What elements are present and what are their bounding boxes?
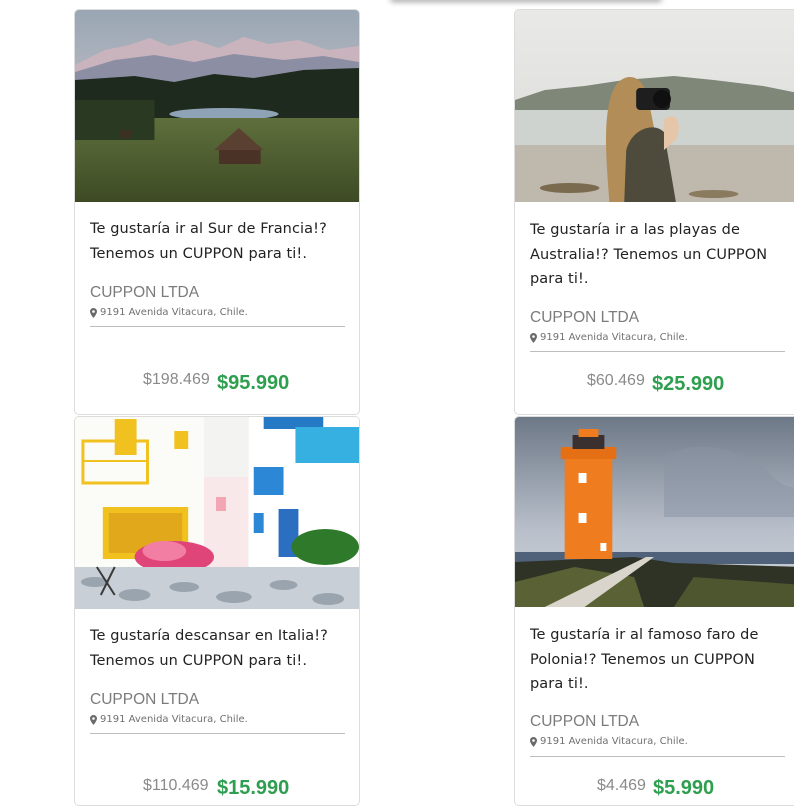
divider <box>530 756 785 757</box>
company-name: CUPPON LTDA <box>530 309 640 326</box>
address-line: 9191 Avenida Vitacura, Chile. <box>530 736 688 747</box>
company-name: CUPPON LTDA <box>90 691 200 708</box>
divider <box>90 326 345 327</box>
card-title: Te gustaría ir al famoso faro de Polonia… <box>530 627 759 692</box>
coupon-card-italia[interactable]: Te gustaría descansar en Italia!? Tenemo… <box>74 416 360 806</box>
address-text: 9191 Avenida Vitacura, Chile. <box>100 714 248 725</box>
original-price: $110.469 <box>143 777 209 794</box>
divider <box>530 351 785 352</box>
coupon-card-francia[interactable]: Te gustaría ir al Sur de Francia!? Tenem… <box>74 9 360 415</box>
address-line: 9191 Avenida Vitacura, Chile. <box>90 307 248 318</box>
orange-lighthouse-photo <box>515 417 794 607</box>
original-price: $198.469 <box>143 371 210 388</box>
address-text: 9191 Avenida Vitacura, Chile. <box>540 736 688 747</box>
map-marker-icon <box>530 736 537 747</box>
address-text: 9191 Avenida Vitacura, Chile. <box>100 307 248 318</box>
map-marker-icon <box>530 332 537 343</box>
card-title: Te gustaría ir a las playas de Australia… <box>530 222 768 287</box>
card-title: Te gustaría ir al Sur de Francia!? Tenem… <box>90 221 327 262</box>
original-price: $60.469 <box>587 372 645 389</box>
divider <box>90 733 345 734</box>
discount-price: $15.990 <box>217 777 290 799</box>
colorful-courtyard-photo <box>75 417 359 609</box>
card-title: Te gustaría descansar en Italia!? Tenemo… <box>90 628 328 669</box>
discount-price: $5.990 <box>653 777 715 799</box>
mountain-lake-cabin-photo <box>75 10 359 202</box>
address-line: 9191 Avenida Vitacura, Chile. <box>530 332 688 343</box>
map-marker-icon <box>90 307 97 318</box>
company-name: CUPPON LTDA <box>90 284 200 301</box>
original-price: $4.469 <box>597 777 646 794</box>
discount-price: $95.990 <box>217 372 290 394</box>
coupon-card-australia[interactable]: Te gustaría ir a las playas de Australia… <box>514 9 794 415</box>
address-text: 9191 Avenida Vitacura, Chile. <box>540 332 688 343</box>
beach-photographer-photo <box>515 10 794 202</box>
discount-price: $25.990 <box>652 373 725 395</box>
coupon-card-polonia[interactable]: Te gustaría ir al famoso faro de Polonia… <box>514 416 794 806</box>
company-name: CUPPON LTDA <box>530 713 640 730</box>
map-marker-icon <box>90 714 97 725</box>
address-line: 9191 Avenida Vitacura, Chile. <box>90 714 248 725</box>
